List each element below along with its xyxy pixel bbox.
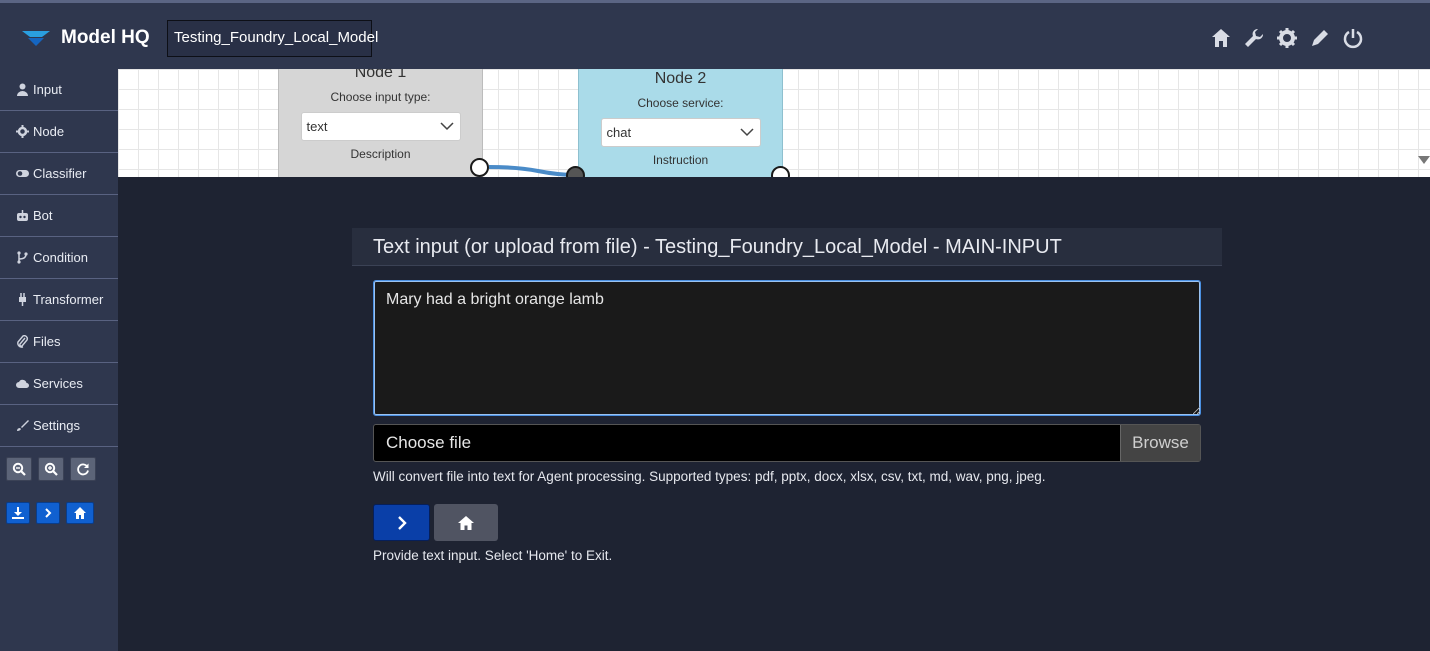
wrench-icon[interactable] — [1243, 27, 1265, 49]
home-icon — [458, 515, 474, 530]
node-title: Node 1 — [354, 69, 407, 81]
workflow-node-2[interactable]: Node 2 Choose service: chat Instruction — [578, 69, 783, 177]
header-icon-bar — [1210, 27, 1364, 49]
sidebar-item-label: Condition — [33, 250, 88, 265]
sidebar-item-label: Transformer — [33, 292, 104, 307]
zoom-out-icon — [12, 462, 26, 476]
node-field-label: Instruction — [652, 153, 709, 167]
chevron-right-icon — [397, 515, 407, 530]
next-button[interactable] — [373, 504, 430, 541]
next-button-small[interactable] — [36, 502, 60, 524]
sidebar-item-services[interactable]: Services — [0, 363, 118, 405]
app-title: Model HQ — [61, 27, 150, 48]
node-subtitle: Choose service: — [637, 96, 724, 110]
branch-icon — [17, 251, 28, 264]
power-icon[interactable] — [1342, 27, 1364, 49]
sidebar-item-label: Classifier — [33, 166, 87, 181]
workflow-canvas[interactable]: Node 1 Choose input type: text Descripti… — [118, 69, 1430, 177]
sidebar-item-node[interactable]: Node — [0, 111, 118, 153]
sidebar-item-settings[interactable]: Settings — [0, 405, 118, 447]
brush-icon — [17, 420, 29, 431]
sidebar-item-transformer[interactable]: Transformer — [0, 279, 118, 321]
gear-icon[interactable] — [1276, 27, 1298, 49]
pencil-icon[interactable] — [1309, 27, 1331, 49]
paperclip-icon — [17, 335, 28, 348]
node-title: Node 2 — [654, 70, 707, 87]
zoom-out-button[interactable] — [6, 457, 32, 481]
sidebar: Input Node Classifier Bot Condition Tran… — [0, 69, 118, 651]
next-icon — [45, 508, 52, 518]
node-field-label: Description — [350, 147, 411, 161]
zoom-toolbar — [0, 457, 118, 481]
sidebar-item-bot[interactable]: Bot — [0, 195, 118, 237]
download-button[interactable] — [6, 502, 30, 524]
service-select[interactable]: chat — [600, 118, 761, 147]
select-value: chat — [606, 125, 632, 140]
home-button[interactable] — [434, 504, 498, 541]
workflow-node-1[interactable]: Node 1 Choose input type: text Descripti… — [278, 69, 483, 177]
sidebar-item-classifier[interactable]: Classifier — [0, 153, 118, 195]
instruction-text: Provide text input. Select 'Home' to Exi… — [373, 548, 613, 563]
gear-icon — [16, 125, 29, 138]
sidebar-item-files[interactable]: Files — [0, 321, 118, 363]
refresh-button[interactable] — [70, 457, 96, 481]
sidebar-item-label: Files — [33, 334, 61, 349]
sidebar-item-label: Services — [33, 376, 83, 391]
action-toolbar — [0, 502, 118, 524]
zoom-in-button[interactable] — [38, 457, 64, 481]
zoom-in-icon — [44, 462, 58, 476]
sidebar-item-label: Bot — [33, 208, 53, 223]
node-subtitle: Choose input type: — [330, 90, 431, 104]
panel-title: Text input (or upload from file) - Testi… — [352, 228, 1222, 266]
sidebar-item-input[interactable]: Input — [0, 69, 118, 111]
scroll-down-icon[interactable] — [1418, 155, 1430, 165]
browse-button[interactable]: Browse — [1120, 425, 1200, 461]
download-icon — [12, 507, 24, 519]
robot-icon — [17, 210, 28, 221]
select-value: text — [306, 119, 328, 134]
text-input-area[interactable] — [373, 280, 1201, 416]
file-help-text: Will convert file into text for Agent pr… — [373, 469, 1046, 484]
file-upload-field[interactable]: Choose file Browse — [373, 424, 1201, 462]
file-upload-label: Choose file — [386, 433, 472, 452]
project-name-field[interactable]: Testing_Foundry_Local_Model — [167, 20, 378, 57]
home-button-small[interactable] — [66, 502, 94, 524]
node1-output-port[interactable] — [470, 158, 489, 177]
home-icon[interactable] — [1210, 27, 1232, 49]
user-icon — [17, 83, 28, 96]
top-header: Model HQ Testing_Foundry_Local_Model — [0, 0, 1430, 69]
chevron-down-icon — [439, 122, 454, 131]
sidebar-item-label: Settings — [33, 418, 80, 433]
refresh-icon — [77, 463, 89, 476]
input-type-select[interactable]: text — [300, 112, 461, 141]
sidebar-item-condition[interactable]: Condition — [0, 237, 118, 279]
home-icon — [74, 507, 86, 519]
toggle-icon — [16, 170, 29, 177]
sidebar-item-label: Node — [33, 124, 65, 139]
plug-icon — [19, 293, 26, 306]
sidebar-item-label: Input — [33, 82, 62, 97]
model-hq-logo-icon — [22, 31, 50, 46]
cloud-icon — [16, 379, 29, 388]
chevron-down-icon — [739, 128, 754, 137]
